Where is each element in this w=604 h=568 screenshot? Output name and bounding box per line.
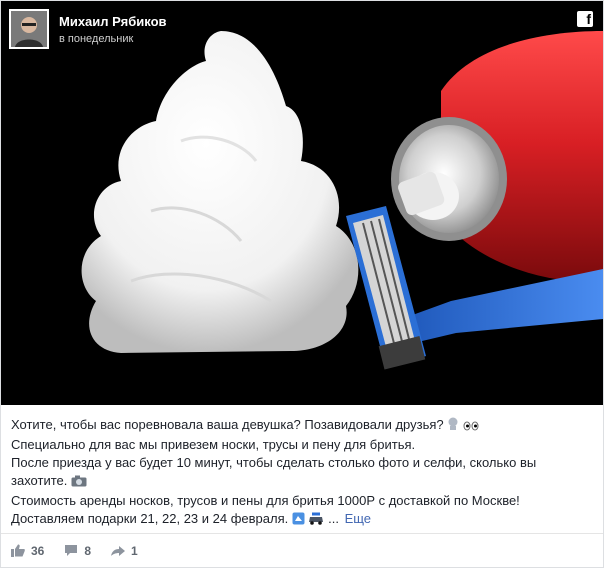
author-name[interactable]: Михаил Рябиков	[59, 13, 167, 30]
post-text-line: Доставляем подарки 21, 22, 23 и 24 февра…	[11, 510, 597, 530]
likes-count: 36	[31, 543, 45, 558]
camera-icon	[71, 474, 87, 492]
text-line-6: Доставляем подарки 21, 22, 23 и 24 февра…	[11, 511, 289, 526]
post-timestamp[interactable]: в понедельник	[59, 32, 167, 46]
share-arrow-icon	[111, 546, 126, 556]
person-icon	[11, 11, 47, 47]
post-text: Хотите, чтобы вас поревновала ваша девуш…	[11, 416, 597, 530]
see-more-link[interactable]: Еще	[345, 511, 371, 526]
comment-icon	[65, 545, 78, 556]
facebook-icon[interactable]: f	[577, 11, 593, 27]
text-line-4: захотите.	[11, 473, 68, 488]
taxi-icon	[308, 512, 324, 530]
shaving-foam-razor-image	[1, 1, 603, 405]
post-text-line: Хотите, чтобы вас поревновала ваша девуш…	[11, 416, 597, 436]
comments-count: 8	[84, 543, 92, 558]
thinking-face-icon	[447, 417, 459, 436]
shares-count: 1	[131, 543, 138, 558]
post-text-line: захотите.	[11, 472, 597, 492]
post-header: Михаил Рябиков в понедельник	[9, 9, 167, 49]
facebook-post-embed: Михаил Рябиков в понедельник f Хотите, ч…	[0, 0, 604, 568]
comments-stat[interactable]: 8	[64, 544, 91, 558]
post-photo[interactable]: Михаил Рябиков в понедельник f	[1, 1, 603, 405]
post-footer: 36 8 1	[1, 533, 603, 567]
thumbs-up-icon	[11, 544, 25, 557]
text-line-5: Стоимость аренды носков, трусов и пены д…	[11, 493, 520, 508]
text-line-3: После приезда у вас будет 10 минут, чтоб…	[11, 455, 537, 470]
eyes-icon	[463, 418, 479, 436]
author-block: Михаил Рябиков в понедельник	[59, 13, 167, 46]
author-avatar[interactable]	[9, 9, 49, 49]
text-line-1: Хотите, чтобы вас поревновала ваша девуш…	[11, 417, 444, 432]
gift-icon	[292, 512, 305, 530]
text-line-2: Специально для вас мы привезем носки, тр…	[11, 437, 416, 452]
shares-stat[interactable]: 1	[111, 544, 138, 558]
likes-stat[interactable]: 36	[11, 544, 44, 558]
more-ellipsis: ...	[328, 511, 339, 526]
